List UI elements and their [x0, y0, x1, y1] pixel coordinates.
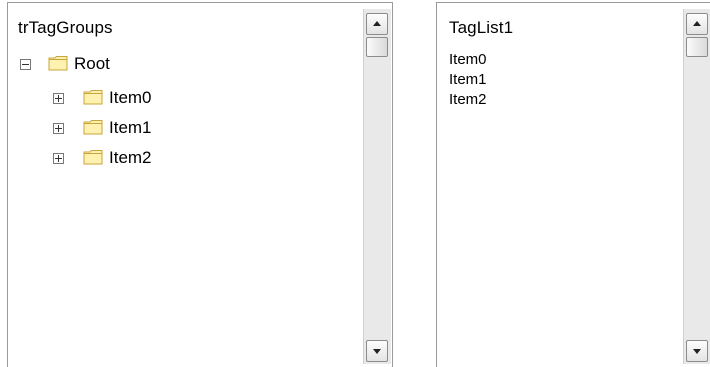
tree-scrollbar[interactable] [363, 9, 391, 364]
scroll-thumb[interactable] [686, 37, 708, 57]
folder-icon [83, 90, 103, 105]
tag-list[interactable]: TagList1 Item0 Item1 Item2 [436, 2, 710, 367]
tree-node-item2[interactable]: Item2 [53, 147, 253, 169]
expand-icon[interactable] [53, 123, 64, 134]
tree-node-label: Item0 [109, 88, 152, 107]
expand-icon[interactable] [53, 93, 64, 104]
tree-title: trTagGroups [18, 18, 113, 37]
arrow-up-icon [693, 21, 701, 26]
list-title: TagList1 [449, 18, 514, 37]
scroll-down-button[interactable] [686, 340, 708, 362]
tree-node-label: Item1 [109, 118, 152, 137]
collapse-icon[interactable] [20, 59, 31, 70]
tag-groups-tree[interactable]: trTagGroups Root Item0 Item1 Item2 [7, 2, 393, 367]
list-item[interactable]: Item2 [449, 90, 487, 110]
arrow-up-icon [373, 21, 381, 26]
tree-node-root[interactable]: Root [20, 53, 220, 75]
tree-node-item1[interactable]: Item1 [53, 117, 253, 139]
tree-node-label: Root [74, 54, 110, 73]
list-item[interactable]: Item0 [449, 50, 487, 70]
folder-icon [48, 56, 68, 71]
list-item[interactable]: Item1 [449, 70, 487, 90]
list-scrollbar[interactable] [683, 9, 710, 364]
scroll-up-button[interactable] [686, 13, 708, 35]
arrow-down-icon [693, 349, 701, 354]
folder-icon [83, 120, 103, 135]
scroll-down-button[interactable] [366, 340, 388, 362]
scroll-up-button[interactable] [366, 13, 388, 35]
tree-node-item0[interactable]: Item0 [53, 87, 253, 109]
scroll-thumb[interactable] [366, 37, 388, 57]
arrow-down-icon [373, 349, 381, 354]
tree-node-label: Item2 [109, 148, 152, 167]
expand-icon[interactable] [53, 153, 64, 164]
folder-icon [83, 150, 103, 165]
